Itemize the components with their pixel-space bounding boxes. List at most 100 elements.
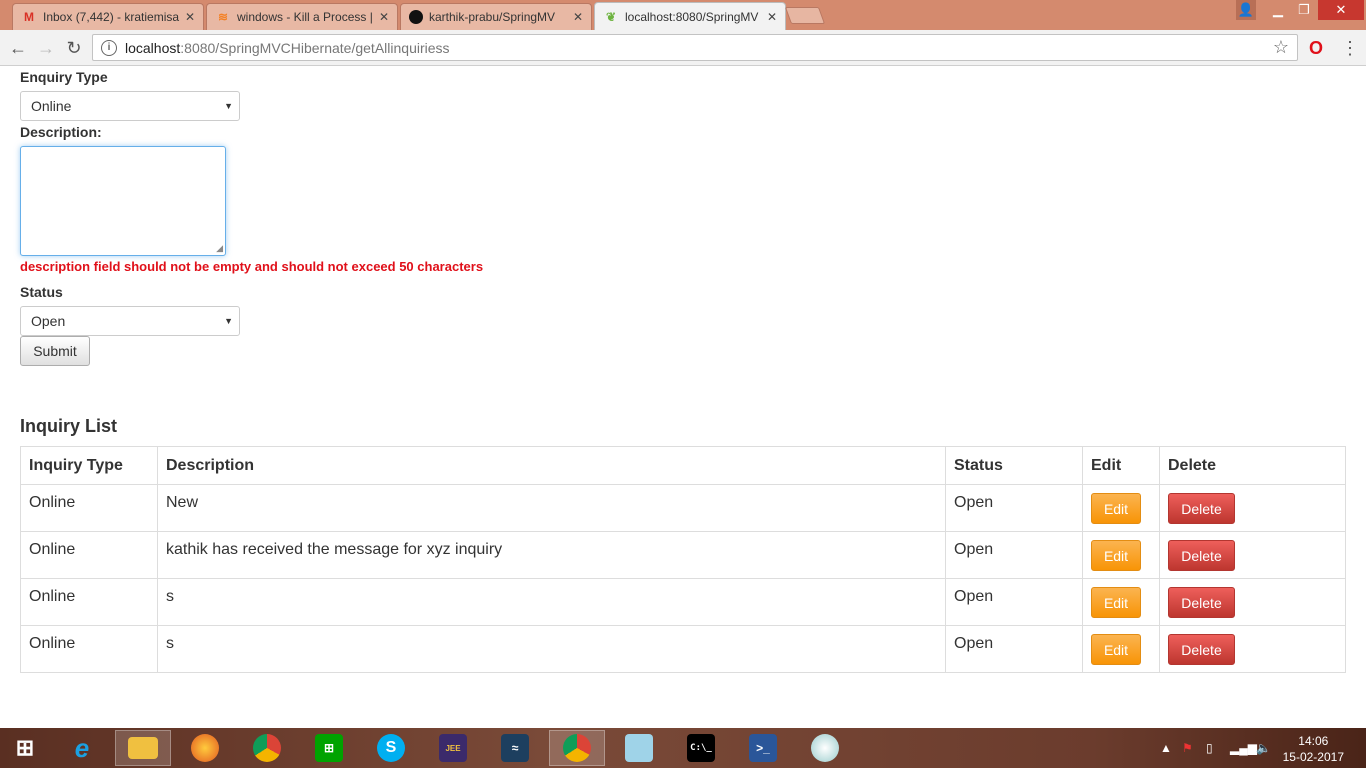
column-header-status: Status bbox=[945, 446, 1083, 485]
url-path: :8080/SpringMVCHibernate/getAllinquiries… bbox=[180, 39, 450, 56]
network-signal-icon[interactable]: ▂▄▆ bbox=[1230, 728, 1257, 768]
delete-button[interactable]: Delete bbox=[1168, 540, 1235, 571]
taskbar-clock[interactable]: 14:06 15-02-2017 bbox=[1283, 733, 1344, 765]
cell-status: Open bbox=[945, 531, 1083, 579]
folder-icon bbox=[128, 737, 158, 759]
close-tab-icon[interactable]: ✕ bbox=[767, 10, 777, 24]
powershell-prompt-icon: >_ bbox=[749, 734, 777, 762]
file-explorer-icon[interactable] bbox=[115, 730, 171, 766]
cell-delete: Delete bbox=[1159, 484, 1346, 532]
description-textarea[interactable]: ◢ bbox=[20, 146, 226, 256]
table-row: Online s Open Edit Delete bbox=[20, 578, 1346, 626]
minimize-button[interactable]: ▁ bbox=[1266, 0, 1290, 20]
status-value: Open bbox=[31, 313, 66, 329]
column-header-description: Description bbox=[157, 446, 946, 485]
back-arrow-icon[interactable]: ← bbox=[6, 36, 30, 60]
new-tab-button[interactable] bbox=[784, 7, 826, 24]
inquiry-table: Inquiry Type Description Status Edit Del… bbox=[20, 446, 1346, 673]
bookmark-star-icon[interactable]: ☆ bbox=[1273, 37, 1289, 58]
store-bag-icon: ⊞ bbox=[315, 734, 343, 762]
cell-edit: Edit bbox=[1082, 484, 1160, 532]
table-row: Online s Open Edit Delete bbox=[20, 625, 1346, 673]
cell-description: s bbox=[157, 625, 946, 673]
action-center-flag-icon[interactable]: ⚑ bbox=[1182, 728, 1193, 768]
mysql-workbench-icon[interactable]: ≈ bbox=[487, 730, 543, 766]
status-select[interactable]: Open ▼ bbox=[20, 306, 240, 336]
windows-start-icon[interactable]: ⊞ bbox=[0, 730, 50, 766]
cell-inquiry-type: Online bbox=[20, 531, 158, 579]
cell-delete: Delete bbox=[1159, 578, 1346, 626]
close-tab-icon[interactable]: ✕ bbox=[185, 10, 195, 24]
enquiry-type-select[interactable]: Online ▼ bbox=[20, 91, 240, 121]
gmail-icon: M bbox=[24, 10, 34, 24]
vertical-scrollbar[interactable] bbox=[1349, 67, 1366, 728]
tab-title: karthik-prabu/SpringMV bbox=[429, 10, 556, 24]
chrome-icon[interactable] bbox=[549, 730, 605, 766]
internet-explorer-icon[interactable]: e bbox=[54, 730, 110, 766]
description-label: Description: bbox=[20, 124, 102, 140]
notepad-icon[interactable] bbox=[611, 730, 667, 766]
tab-localhost[interactable]: ❦ localhost:8080/SpringMV ✕ bbox=[594, 2, 786, 31]
cell-description: New bbox=[157, 484, 946, 532]
cell-inquiry-type: Online bbox=[20, 578, 158, 626]
url-host: localhost bbox=[125, 39, 181, 56]
tab-title: windows - Kill a Process | bbox=[237, 10, 373, 24]
opera-icon[interactable]: O bbox=[1304, 36, 1328, 60]
column-header-edit: Edit bbox=[1082, 446, 1160, 485]
tab-gmail[interactable]: M Inbox (7,442) - kratiemisa ✕ bbox=[12, 3, 204, 30]
status-label: Status bbox=[20, 284, 63, 300]
edit-button[interactable]: Edit bbox=[1091, 634, 1141, 665]
forward-arrow-icon[interactable]: → bbox=[34, 36, 58, 60]
restore-button[interactable]: ❐ bbox=[1292, 0, 1316, 20]
battery-icon[interactable]: ▯ bbox=[1206, 728, 1213, 768]
java-ee-ide-icon[interactable]: JEE bbox=[425, 730, 481, 766]
submit-button[interactable]: Submit bbox=[20, 336, 90, 366]
delete-button[interactable]: Delete bbox=[1168, 634, 1235, 665]
cell-status: Open bbox=[945, 625, 1083, 673]
table-row: Online kathik has received the message f… bbox=[20, 531, 1346, 579]
show-hidden-icons-icon[interactable]: ▲ bbox=[1160, 728, 1172, 768]
cmd-icon[interactable]: C:\_ bbox=[673, 730, 729, 766]
volume-icon[interactable]: 🔈 bbox=[1256, 728, 1271, 768]
cell-edit: Edit bbox=[1082, 578, 1160, 626]
close-tab-icon[interactable]: ✕ bbox=[573, 10, 583, 24]
close-tab-icon[interactable]: ✕ bbox=[379, 10, 389, 24]
tab-github[interactable]: karthik-prabu/SpringMV ✕ bbox=[400, 3, 592, 30]
clock-time: 14:06 bbox=[1298, 734, 1329, 748]
cell-inquiry-type: Online bbox=[20, 625, 158, 673]
firefox-logo-icon bbox=[191, 734, 219, 762]
address-bar[interactable]: i localhost:8080/SpringMVCHibernate/getA… bbox=[92, 34, 1298, 61]
delete-button[interactable]: Delete bbox=[1168, 493, 1235, 524]
skype-icon[interactable]: S bbox=[363, 730, 419, 766]
close-window-button[interactable]: ✕ bbox=[1318, 0, 1364, 20]
chrome-icon[interactable] bbox=[239, 730, 295, 766]
description-error-message: description field should not be empty an… bbox=[20, 259, 484, 274]
browser-title-bar: M Inbox (7,442) - kratiemisa ✕ ≋ windows… bbox=[0, 0, 1366, 31]
delete-button[interactable]: Delete bbox=[1168, 587, 1235, 618]
dropdown-arrow-icon: ▼ bbox=[224, 101, 233, 111]
edit-button[interactable]: Edit bbox=[1091, 540, 1141, 571]
resize-grip-icon[interactable]: ◢ bbox=[216, 243, 223, 254]
edit-button[interactable]: Edit bbox=[1091, 587, 1141, 618]
user-profile-icon[interactable]: 👤 bbox=[1236, 0, 1256, 20]
inquiry-list-title: Inquiry List bbox=[20, 416, 118, 436]
cell-edit: Edit bbox=[1082, 531, 1160, 579]
edit-button[interactable]: Edit bbox=[1091, 493, 1141, 524]
eclipse-gear-icon: JEE bbox=[439, 734, 467, 762]
ie-logo-icon: e bbox=[74, 732, 90, 763]
table-row: Online New Open Edit Delete bbox=[20, 484, 1346, 532]
reload-icon[interactable]: ↻ bbox=[62, 36, 86, 60]
powershell-icon[interactable]: >_ bbox=[735, 730, 791, 766]
tab-title: localhost:8080/SpringMV bbox=[625, 10, 759, 24]
info-icon[interactable]: i bbox=[101, 39, 117, 56]
windows-store-icon[interactable]: ⊞ bbox=[301, 730, 357, 766]
chrome-logo-icon bbox=[253, 734, 281, 762]
tab-stackoverflow[interactable]: ≋ windows - Kill a Process | ✕ bbox=[206, 3, 398, 30]
firefox-icon[interactable] bbox=[177, 730, 233, 766]
column-header-inquiry-type: Inquiry Type bbox=[20, 446, 158, 485]
terminal-icon: C:\_ bbox=[687, 734, 715, 762]
spring-leaf-icon: ❦ bbox=[605, 10, 617, 24]
paint-icon[interactable] bbox=[797, 730, 853, 766]
menu-icon[interactable]: ⋮ bbox=[1338, 36, 1362, 60]
chrome-logo-icon bbox=[563, 734, 591, 762]
